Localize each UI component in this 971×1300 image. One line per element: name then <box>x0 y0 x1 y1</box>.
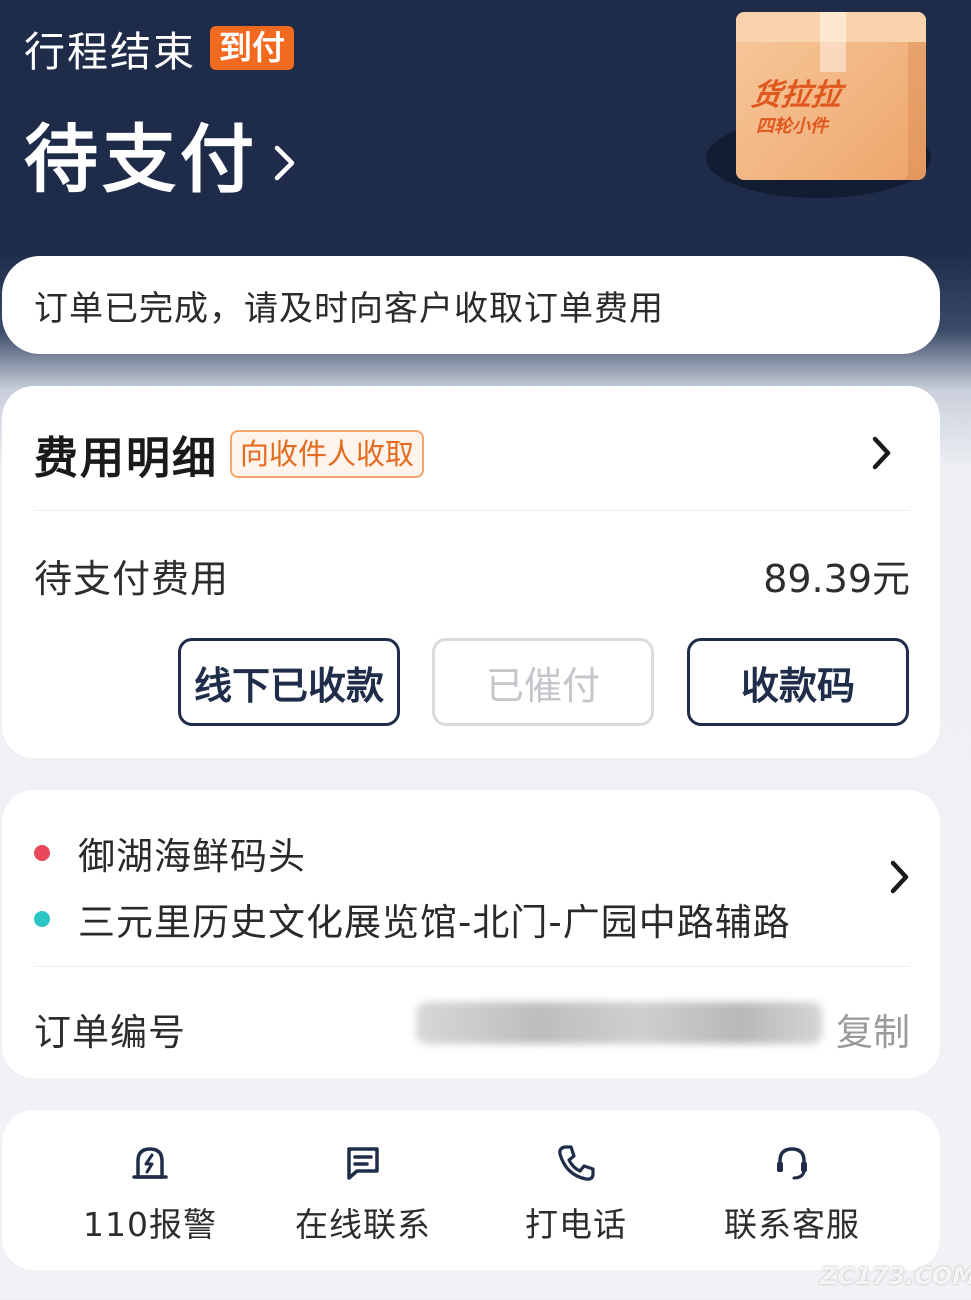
online-contact-action[interactable]: 在线联系 <box>263 1140 463 1246</box>
headset-icon <box>692 1140 892 1186</box>
order-number-label: 订单编号 <box>34 1011 186 1054</box>
pickup-dot-icon <box>34 845 50 861</box>
notice-text: 订单已完成，请及时向客户收取订单费用 <box>34 288 664 329</box>
dropoff-address: 三元里历史文化展览馆-北门-广园中路辅路 <box>78 901 791 944</box>
divider <box>34 510 910 511</box>
order-complete-notice: 订单已完成，请及时向客户收取订单费用 <box>2 256 940 354</box>
site-watermark: ZC173.COM <box>820 1262 971 1290</box>
trip-status-text: 行程结束 <box>24 28 196 76</box>
copy-order-number-button[interactable]: 复制 <box>836 1002 910 1056</box>
quick-actions-card: 110报警 在线联系 打电话 联系客服 <box>2 1110 940 1270</box>
payment-reminded-button[interactable]: 已催付 <box>432 638 654 726</box>
offline-paid-button[interactable]: 线下已收款 <box>178 638 400 726</box>
action-label: 在线联系 <box>295 1205 431 1244</box>
order-number-value-blurred <box>416 1002 822 1044</box>
dropoff-address-row[interactable]: 三元里历史文化展览馆-北门-广园中路辅路 <box>34 892 791 946</box>
trip-status-line: 行程结束 到付 <box>24 18 294 78</box>
divider <box>34 966 910 967</box>
fee-details-title: 费用明细 <box>34 433 218 484</box>
chevron-right-icon[interactable] <box>890 860 910 898</box>
box-service-label: 四轮小件 <box>756 116 828 137</box>
pickup-address: 御湖海鲜码头 <box>78 835 306 878</box>
chat-icon <box>263 1140 463 1186</box>
phone-icon <box>476 1140 676 1186</box>
fee-details-header[interactable]: 费用明细 向收件人收取 <box>34 410 910 498</box>
action-label: 110报警 <box>83 1205 217 1244</box>
phone-call-action[interactable]: 打电话 <box>476 1140 676 1246</box>
payment-status-title[interactable]: 待支付 <box>24 100 296 207</box>
status-header: 行程结束 到付 待支付 货拉拉 四轮小件 <box>0 0 971 250</box>
police-alarm-icon <box>50 1140 250 1186</box>
route-card: 御湖海鲜码头 三元里历史文化展览馆-北门-广园中路辅路 订单编号 复制 <box>2 790 940 1078</box>
chevron-right-icon <box>872 436 892 474</box>
parcel-box-illustration: 货拉拉 四轮小件 <box>700 8 940 198</box>
chevron-right-icon <box>274 145 296 185</box>
pending-fee-amount: 89.39元 <box>763 557 910 601</box>
payment-code-button[interactable]: 收款码 <box>687 638 909 726</box>
payment-status-text: 待支付 <box>24 117 258 203</box>
pickup-address-row[interactable]: 御湖海鲜码头 <box>34 826 306 880</box>
collect-from-receiver-badge: 向收件人收取 <box>230 430 425 478</box>
police-110-action[interactable]: 110报警 <box>50 1140 250 1246</box>
cod-badge: 到付 <box>210 26 294 70</box>
customer-service-action[interactable]: 联系客服 <box>692 1140 892 1246</box>
box-brand-logo: 货拉拉 <box>749 78 844 113</box>
action-label: 联系客服 <box>724 1205 860 1244</box>
action-label: 打电话 <box>525 1205 627 1244</box>
pending-fee-label: 待支付费用 <box>34 557 230 601</box>
fee-details-card: 费用明细 向收件人收取 待支付费用 89.39元 线下已收款 已催付 收款码 <box>2 386 940 758</box>
dropoff-dot-icon <box>34 911 50 927</box>
